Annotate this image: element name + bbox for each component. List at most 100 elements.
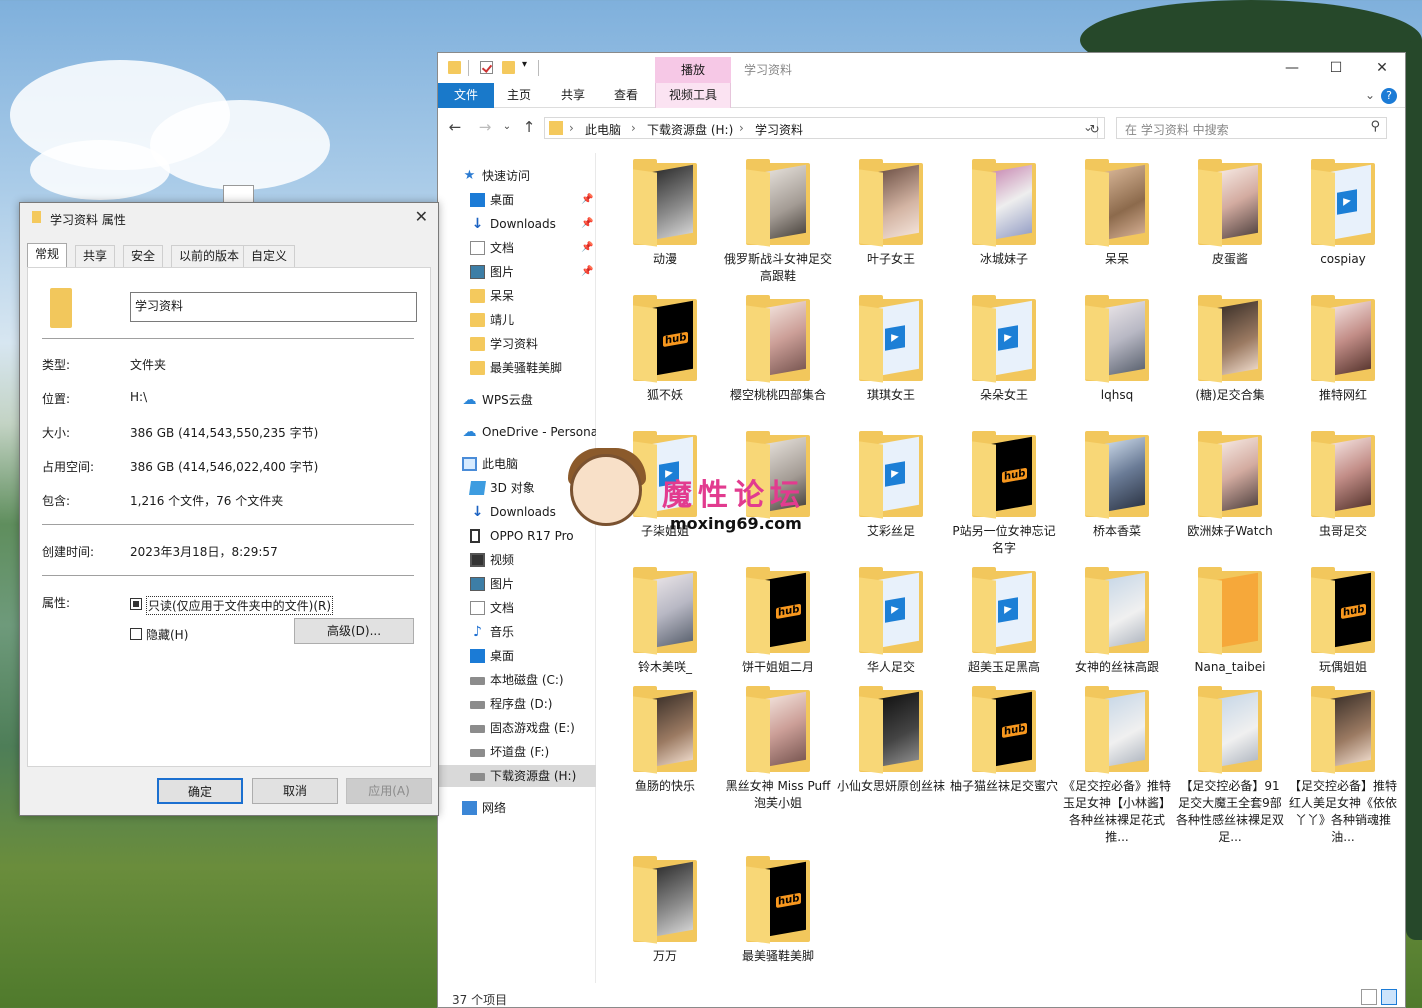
- folder-item[interactable]: 铃木美咲_: [610, 567, 720, 676]
- nav-item[interactable]: 靖儿: [438, 309, 596, 331]
- folder-item[interactable]: 虫哥足交: [1288, 431, 1398, 540]
- breadcrumb-current-folder[interactable]: 学习资料: [755, 121, 803, 138]
- folder-item[interactable]: P站另一位女神忘记名字: [949, 431, 1059, 557]
- tab-play-context[interactable]: 播放: [655, 57, 731, 83]
- tab-home[interactable]: 主页: [498, 83, 540, 108]
- search-input[interactable]: 在 学习资料 中搜索 ⚲: [1116, 117, 1387, 139]
- folder-item[interactable]: 桥本香菜: [1062, 431, 1172, 540]
- nav-item[interactable]: 网络: [438, 797, 596, 819]
- cancel-button[interactable]: 取消: [252, 778, 338, 804]
- close-icon[interactable]: ✕: [415, 207, 428, 226]
- folder-item[interactable]: cospiay: [1288, 159, 1398, 268]
- nav-item[interactable]: 本地磁盘 (C:): [438, 669, 596, 691]
- folder-item[interactable]: 超美玉足黑高: [949, 567, 1059, 676]
- nav-item[interactable]: ↓ Downloads 📌: [438, 213, 596, 235]
- nav-item[interactable]: 呆呆: [438, 285, 596, 307]
- close-button[interactable]: ✕: [1359, 57, 1405, 79]
- apply-button[interactable]: 应用(A): [346, 778, 432, 804]
- folder-item[interactable]: Nana_taibei: [1175, 567, 1285, 676]
- folder-item[interactable]: 华人足交: [836, 567, 946, 676]
- ok-button[interactable]: 确定: [157, 778, 243, 804]
- nav-item[interactable]: 固态游戏盘 (E:): [438, 717, 596, 739]
- folder-item[interactable]: 欧洲妹子Watch: [1175, 431, 1285, 540]
- breadcrumb-drive-h[interactable]: 下载资源盘 (H:): [647, 121, 733, 138]
- new-folder-icon[interactable]: [502, 61, 515, 74]
- general-panel: 学习资料 类型: 文件夹 位置: H:\ 大小: 386 GB (414,543…: [27, 267, 431, 767]
- nav-item[interactable]: 图片 📌: [438, 261, 596, 283]
- nav-item[interactable]: 桌面: [438, 645, 596, 667]
- folder-item[interactable]: 【足交控必备】91足交大魔王全套9部 各种性感丝袜裸足双足...: [1175, 686, 1285, 846]
- nav-item[interactable]: 程序盘 (D:): [438, 693, 596, 715]
- tab-security[interactable]: 安全: [123, 245, 164, 267]
- large-icons-view-icon[interactable]: [1381, 989, 1397, 1005]
- nav-item[interactable]: 视频: [438, 549, 596, 571]
- expand-ribbon-icon[interactable]: ⌄: [1365, 88, 1375, 102]
- folder-item[interactable]: lqhsq: [1062, 295, 1172, 404]
- folder-item[interactable]: 叶子女王: [836, 159, 946, 268]
- tab-sharing[interactable]: 共享: [75, 245, 116, 267]
- tab-share[interactable]: 共享: [552, 83, 594, 108]
- folder-item[interactable]: 柚子猫丝袜足交蜜穴: [949, 686, 1059, 795]
- tab-file[interactable]: 文件: [438, 83, 494, 108]
- folder-item[interactable]: 小仙女思妍原创丝袜: [836, 686, 946, 795]
- folder-item[interactable]: 琪琪女王: [836, 295, 946, 404]
- folder-item[interactable]: 最美骚鞋美脚: [723, 856, 833, 965]
- nav-item[interactable]: ☁ WPS云盘: [438, 389, 596, 411]
- folder-item[interactable]: (糖)足交合集: [1175, 295, 1285, 404]
- folder-item[interactable]: 鱼肠的快乐: [610, 686, 720, 795]
- tab-general[interactable]: 常规: [27, 243, 68, 268]
- nav-item[interactable]: 文档: [438, 597, 596, 619]
- folder-item[interactable]: 艾彩丝足: [836, 431, 946, 540]
- folder-item[interactable]: 冰城妹子: [949, 159, 1059, 268]
- folder-name-input[interactable]: 学习资料: [130, 292, 417, 322]
- advanced-button[interactable]: 高级(D)...: [294, 618, 414, 644]
- nav-item[interactable]: 最美骚鞋美脚: [438, 357, 596, 379]
- back-icon[interactable]: ←: [446, 118, 464, 136]
- folder-item[interactable]: 俄罗斯战斗女神足交高跟鞋: [723, 159, 833, 285]
- help-icon[interactable]: ?: [1381, 88, 1397, 104]
- tab-view[interactable]: 查看: [605, 83, 647, 108]
- readonly-checkbox[interactable]: [130, 598, 142, 610]
- nav-item[interactable]: ☁ OneDrive - Persona: [438, 421, 597, 443]
- forward-icon[interactable]: →: [476, 118, 494, 136]
- readonly-label[interactable]: 只读(仅应用于文件夹中的文件)(R): [146, 596, 334, 615]
- folder-item[interactable]: 推特网红: [1288, 295, 1398, 404]
- folder-item[interactable]: 樱空桃桃四部集合: [723, 295, 833, 404]
- tab-video-tools[interactable]: 视频工具: [655, 83, 731, 108]
- folder-item[interactable]: 皮蛋酱: [1175, 159, 1285, 268]
- folder-item[interactable]: 玩偶姐姐: [1288, 567, 1398, 676]
- folder-item[interactable]: 黑丝女神 Miss Puff 泡芙小姐: [723, 686, 833, 812]
- nav-item[interactable]: 学习资料: [438, 333, 596, 355]
- nav-item[interactable]: 桌面 📌: [438, 189, 596, 211]
- folder-item[interactable]: 【足交控必备】推特红人美足女神《依依丫丫》各种销魂推油...: [1288, 686, 1398, 846]
- folder-item[interactable]: 女神的丝袜高跟: [1062, 567, 1172, 676]
- folder-item[interactable]: 《足交控必备》推特玉足女神【小林酱】各种丝袜裸足花式推...: [1062, 686, 1172, 846]
- minimize-button[interactable]: —: [1269, 57, 1315, 79]
- folder-item[interactable]: 饼干姐姐二月: [723, 567, 833, 676]
- up-icon[interactable]: ↑: [520, 118, 538, 136]
- folder-icon: [1085, 295, 1149, 383]
- nav-item[interactable]: ★ 快速访问: [438, 165, 596, 187]
- recent-dropdown-icon[interactable]: ⌄: [498, 118, 516, 136]
- nav-item[interactable]: 坏道盘 (F:): [438, 741, 596, 763]
- address-bar[interactable]: › 此电脑 › 下载资源盘 (H:) › 学习资料 ⌄: [544, 117, 1098, 139]
- tab-previous-versions[interactable]: 以前的版本: [171, 245, 248, 267]
- refresh-icon[interactable]: ↻: [1085, 117, 1105, 139]
- nav-item[interactable]: 下载资源盘 (H:): [438, 765, 596, 787]
- hidden-label[interactable]: 隐藏(H): [146, 626, 188, 643]
- nav-item[interactable]: 文档 📌: [438, 237, 596, 259]
- folder-item[interactable]: 动漫: [610, 159, 720, 268]
- folder-item[interactable]: 朵朵女王: [949, 295, 1059, 404]
- hidden-checkbox[interactable]: [130, 628, 142, 640]
- folder-item[interactable]: 呆呆: [1062, 159, 1172, 268]
- tab-customize[interactable]: 自定义: [243, 245, 296, 267]
- maximize-button[interactable]: ☐: [1313, 57, 1359, 79]
- customize-quick-access-icon[interactable]: ▾: [522, 59, 527, 70]
- folder-item[interactable]: 狐不妖: [610, 295, 720, 404]
- details-view-icon[interactable]: [1361, 989, 1377, 1005]
- properties-icon[interactable]: [480, 61, 493, 74]
- breadcrumb-this-pc[interactable]: 此电脑: [585, 121, 621, 138]
- folder-item[interactable]: 万万: [610, 856, 720, 965]
- nav-item[interactable]: 图片: [438, 573, 596, 595]
- nav-item[interactable]: ♪ 音乐: [438, 621, 596, 643]
